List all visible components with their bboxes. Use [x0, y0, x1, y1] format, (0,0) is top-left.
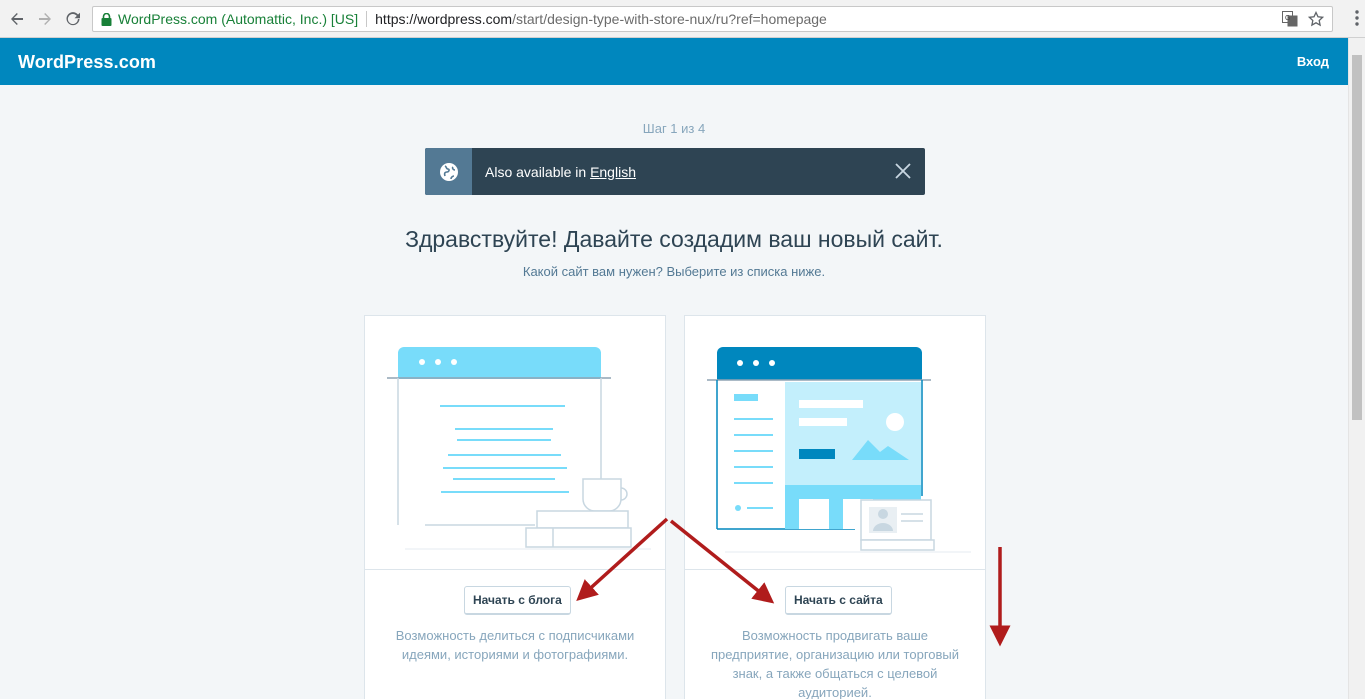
notice-label: Also available in	[485, 163, 587, 180]
brand-logo[interactable]: WordPress.com	[18, 52, 156, 73]
blog-description: Возможность делиться с подписчиками идея…	[395, 628, 635, 662]
address-bar[interactable]: WordPress.com (Automattic, Inc.) [US] ht…	[92, 6, 1333, 32]
page-title: Здравствуйте! Давайте создадим ваш новый…	[405, 226, 943, 252]
reload-icon[interactable]	[62, 8, 84, 30]
star-icon[interactable]	[1307, 10, 1325, 30]
blog-card[interactable]: Начать с блога Возможность делиться с по…	[364, 315, 666, 699]
forward-icon[interactable]	[34, 8, 56, 30]
locale-notice: Also available in English	[425, 148, 925, 195]
menu-icon[interactable]	[1355, 9, 1359, 32]
start-website-button[interactable]: Начать с сайта	[785, 586, 892, 615]
masterbar: WordPress.com Вход	[0, 38, 1348, 85]
page-subtitle: Какой сайт вам нужен? Выберите из списка…	[522, 264, 826, 279]
login-link[interactable]: Вход	[1297, 54, 1329, 69]
translate-icon[interactable]: G	[1282, 11, 1298, 30]
website-description: Возможность продвигать ваше предприятие,…	[710, 628, 960, 699]
lock-icon	[101, 12, 112, 26]
omnibox-separator	[366, 11, 368, 27]
website-card[interactable]: Начать с сайта Возможность продвигать ва…	[684, 315, 986, 699]
url-path: /start/design-type-with-store-nux/ru?ref…	[512, 11, 827, 27]
start-blog-button[interactable]: Начать с блога	[464, 586, 571, 615]
blog-illustration	[365, 316, 665, 570]
scrollbar-thumb[interactable]	[1352, 55, 1362, 420]
notice-text: Also available in English	[485, 164, 636, 180]
page-scrollbar[interactable]	[1348, 38, 1365, 699]
annotation-arrows	[576, 517, 1011, 647]
website-illustration	[685, 316, 985, 570]
close-icon[interactable]	[893, 161, 913, 186]
url-host: https://wordpress.com	[375, 11, 513, 27]
english-link[interactable]: English	[590, 164, 636, 180]
globe-icon	[425, 148, 472, 195]
back-icon[interactable]	[6, 8, 28, 30]
svg-text:G: G	[1285, 15, 1290, 22]
step-indicator: Шаг 1 из 4	[642, 121, 706, 136]
site-identity[interactable]: WordPress.com (Automattic, Inc.) [US]	[118, 11, 358, 27]
browser-toolbar: WordPress.com (Automattic, Inc.) [US] ht…	[0, 0, 1365, 38]
